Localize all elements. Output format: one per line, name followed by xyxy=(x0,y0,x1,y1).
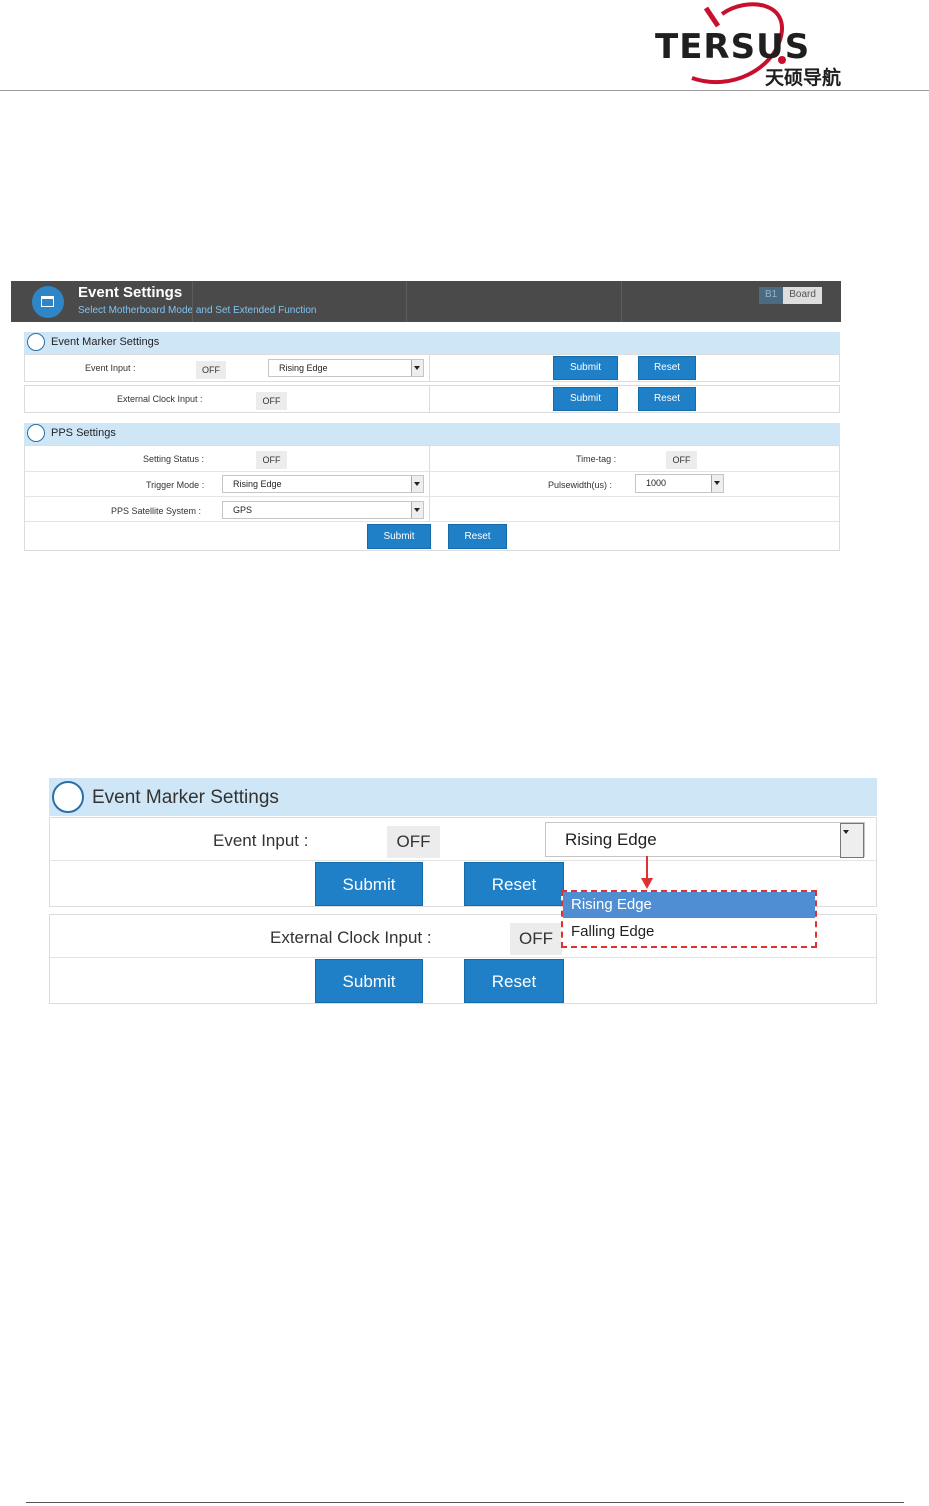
external-clock-label: External Clock Input : xyxy=(117,394,203,404)
panel-subtitle: Select Motherboard Mode and Set Extended… xyxy=(78,305,317,316)
badge-b1[interactable]: B1 xyxy=(759,287,784,304)
pps-title: PPS Settings xyxy=(51,427,116,439)
reset-button[interactable]: Reset xyxy=(638,356,696,380)
edge-select[interactable]: Rising Edge xyxy=(268,359,424,377)
zoom-event-input-toggle[interactable]: OFF xyxy=(387,826,440,858)
header-divider xyxy=(0,90,929,91)
satellite-value: GPS xyxy=(233,505,253,515)
titlebar-divider xyxy=(621,281,622,322)
zoom-external-clock-label: External Clock Input : xyxy=(270,928,432,947)
time-tag-toggle[interactable]: OFF xyxy=(666,451,697,469)
setting-status-label: Setting Status : xyxy=(143,454,205,464)
column-divider xyxy=(429,355,430,381)
window-icon xyxy=(32,286,64,318)
red-arrow-icon xyxy=(641,856,653,889)
satellite-label: PPS Satellite System : xyxy=(111,506,202,516)
external-clock-toggle[interactable]: OFF xyxy=(256,392,287,410)
event-input-row: Event Input : OFF Rising Edge Submit Res… xyxy=(24,354,840,382)
zoom-event-marker-title: Event Marker Settings xyxy=(92,787,279,808)
submit-button[interactable]: Submit xyxy=(367,524,431,549)
event-input-label: Event Input : xyxy=(85,363,136,373)
zoom-edge-select-value: Rising Edge xyxy=(565,830,657,849)
badge-board[interactable]: Board xyxy=(783,287,822,304)
key-icon xyxy=(52,781,84,813)
zoom-submit-button[interactable]: Submit xyxy=(315,959,423,1003)
pulsewidth-value: 1000 xyxy=(646,478,667,488)
event-input-toggle[interactable]: OFF xyxy=(196,361,226,379)
chevron-down-icon[interactable] xyxy=(411,502,423,518)
event-marker-zoom-screenshot: Event Marker Settings Event Input : OFF … xyxy=(49,778,877,1012)
row-divider xyxy=(25,521,839,522)
dropdown-option-falling-edge[interactable]: Falling Edge xyxy=(563,919,815,945)
dropdown-option-rising-edge[interactable]: Rising Edge xyxy=(563,892,815,918)
row-divider xyxy=(50,957,876,958)
zoom-event-marker-header: Event Marker Settings xyxy=(49,778,877,816)
tersus-logo: TERSUS 天硕导航 xyxy=(652,0,847,89)
trigger-mode-select[interactable]: Rising Edge xyxy=(222,475,424,493)
titlebar-divider xyxy=(406,281,407,322)
panel-title: Event Settings xyxy=(78,284,183,301)
chevron-down-icon[interactable] xyxy=(411,476,423,492)
external-clock-row: External Clock Input : OFF Submit Reset xyxy=(24,385,840,413)
row-divider xyxy=(25,471,839,472)
pps-panel: Setting Status : OFF Time-tag : OFF Trig… xyxy=(24,445,840,551)
column-divider xyxy=(429,386,430,412)
event-settings-screenshot: Event Settings Select Motherboard Mode a… xyxy=(11,281,841,553)
event-marker-header: Event Marker Settings xyxy=(24,332,840,354)
setting-status-toggle[interactable]: OFF xyxy=(256,451,287,469)
chevron-down-icon[interactable] xyxy=(711,475,723,492)
trigger-mode-value: Rising Edge xyxy=(233,479,282,489)
reset-button[interactable]: Reset xyxy=(448,524,507,549)
trigger-mode-label: Trigger Mode : xyxy=(146,480,205,490)
zoom-reset-button[interactable]: Reset xyxy=(464,862,564,906)
edge-dropdown-list: Rising Edge Falling Edge xyxy=(561,890,817,948)
edge-select-value: Rising Edge xyxy=(279,363,328,373)
submit-button[interactable]: Submit xyxy=(553,387,618,411)
pulsewidth-select[interactable]: 1000 xyxy=(635,474,724,493)
row-divider xyxy=(50,860,876,861)
footer-divider xyxy=(26,1502,904,1503)
pps-header: PPS Settings xyxy=(24,423,840,445)
zoom-submit-button[interactable]: Submit xyxy=(315,862,423,906)
logo-chinese-name: 天硕导航 xyxy=(765,67,842,89)
submit-button[interactable]: Submit xyxy=(553,356,618,380)
logo-wordmark: TERSUS xyxy=(655,27,811,67)
chevron-down-icon[interactable] xyxy=(411,360,423,376)
panel-titlebar: Event Settings Select Motherboard Mode a… xyxy=(11,281,841,322)
zoom-event-input-label: Event Input : xyxy=(213,831,309,850)
satellite-select[interactable]: GPS xyxy=(222,501,424,519)
zoom-edge-select[interactable]: Rising Edge xyxy=(545,822,865,858)
reset-button[interactable]: Reset xyxy=(638,387,696,411)
column-divider xyxy=(429,446,430,521)
event-marker-title: Event Marker Settings xyxy=(51,336,160,348)
chevron-down-icon[interactable] xyxy=(840,823,864,858)
titlebar-divider xyxy=(192,281,193,322)
key-icon xyxy=(27,333,45,351)
board-badge[interactable]: B1 Board xyxy=(759,287,822,304)
pulsewidth-label: Pulsewidth(us) : xyxy=(548,480,613,490)
time-tag-label: Time-tag : xyxy=(576,454,617,464)
gear-icon xyxy=(27,424,45,442)
row-divider xyxy=(25,496,839,497)
zoom-external-clock-toggle[interactable]: OFF xyxy=(510,923,562,955)
zoom-reset-button[interactable]: Reset xyxy=(464,959,564,1003)
